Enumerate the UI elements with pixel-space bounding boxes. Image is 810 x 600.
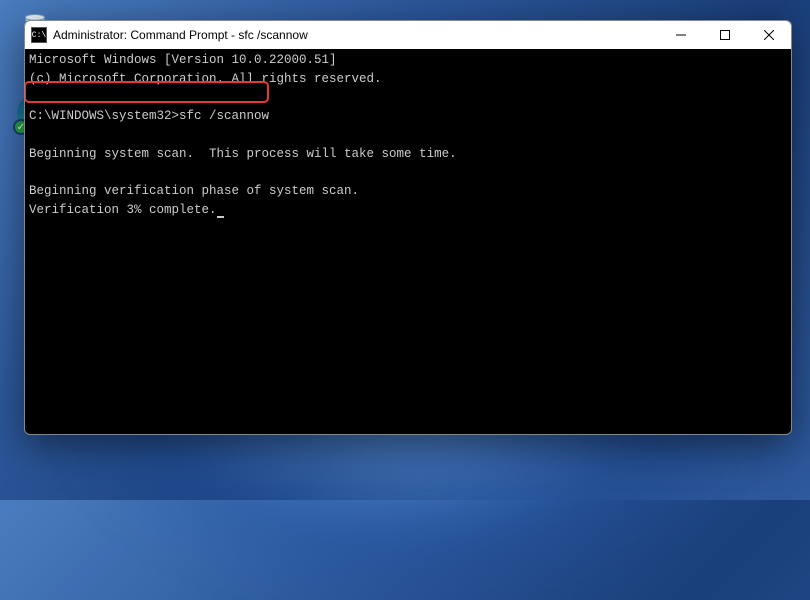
terminal-line: Microsoft Windows [Version 10.0.22000.51… xyxy=(29,51,787,70)
terminal-output[interactable]: Microsoft Windows [Version 10.0.22000.51… xyxy=(25,49,791,222)
entered-command: sfc /scannow xyxy=(179,109,269,123)
terminal-line: Beginning verification phase of system s… xyxy=(29,182,787,201)
minimize-button[interactable] xyxy=(659,21,703,49)
titlebar[interactable]: C:\ Administrator: Command Prompt - sfc … xyxy=(25,21,791,49)
cursor-icon xyxy=(217,216,224,218)
terminal-line xyxy=(29,164,787,183)
command-prompt-window: C:\ Administrator: Command Prompt - sfc … xyxy=(24,20,792,435)
prompt-path: C:\WINDOWS\system32> xyxy=(29,109,179,123)
cmd-icon: C:\ xyxy=(31,27,47,43)
close-icon xyxy=(764,30,774,40)
terminal-progress-line: Verification 3% complete. xyxy=(29,201,787,220)
progress-percent: 3% xyxy=(127,203,142,217)
terminal-line: Beginning system scan. This process will… xyxy=(29,145,787,164)
terminal-line: (c) Microsoft Corporation. All rights re… xyxy=(29,70,787,89)
window-title: Administrator: Command Prompt - sfc /sca… xyxy=(53,28,659,42)
terminal-prompt-line: C:\WINDOWS\system32>sfc /scannow xyxy=(29,107,787,126)
maximize-button[interactable] xyxy=(703,21,747,49)
terminal-line xyxy=(29,89,787,108)
terminal-line xyxy=(29,126,787,145)
close-button[interactable] xyxy=(747,21,791,49)
maximize-icon xyxy=(720,30,730,40)
minimize-icon xyxy=(676,30,686,40)
